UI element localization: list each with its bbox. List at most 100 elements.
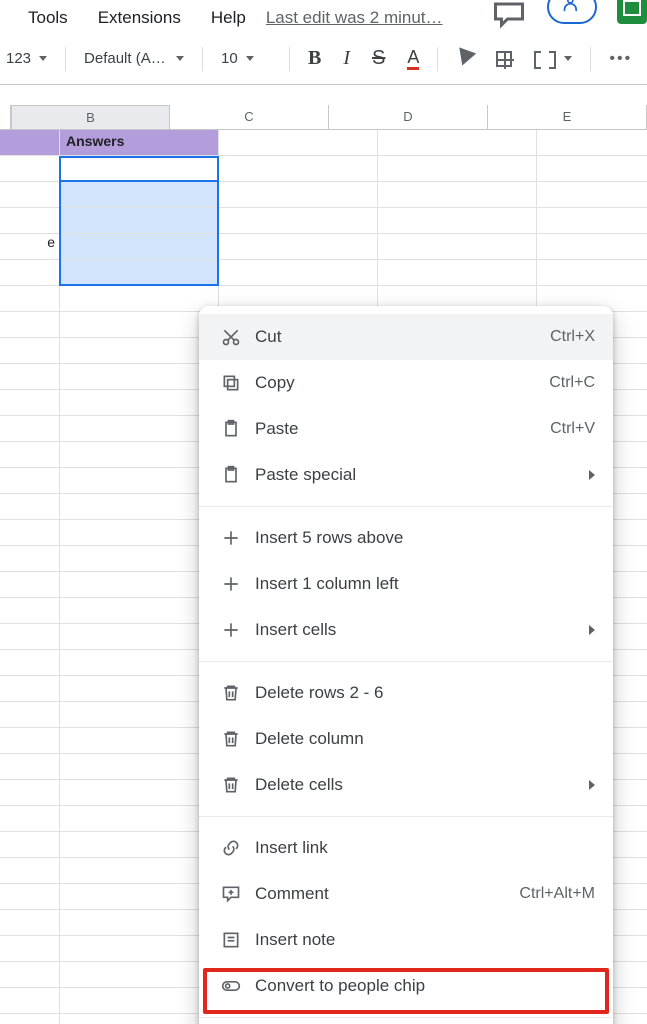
cell-e1[interactable] [537, 130, 647, 156]
toolbar-divider [590, 47, 591, 71]
context-comment-label: Comment [255, 884, 519, 904]
cell-e6[interactable] [537, 260, 647, 286]
merge-cells-button[interactable] [530, 47, 576, 71]
cell-a4[interactable] [0, 208, 60, 234]
cell-e3[interactable] [537, 182, 647, 208]
toolbar-divider [289, 47, 290, 71]
context-delete-cells[interactable]: Delete cells [199, 762, 613, 808]
context-insert-note[interactable]: Insert note [199, 917, 613, 963]
column-header-e[interactable]: E [488, 105, 647, 129]
cell-d2[interactable] [378, 156, 537, 182]
trash-icon [217, 775, 245, 795]
context-comment[interactable]: Comment Ctrl+Alt+M [199, 871, 613, 917]
number-format-label: 123 [6, 50, 31, 67]
menu-help[interactable]: Help [201, 6, 256, 30]
font-size-dropdown[interactable]: 10 [217, 46, 275, 71]
cell-d4[interactable] [378, 208, 537, 234]
cell-d1[interactable] [378, 130, 537, 156]
toolbar-divider [65, 47, 66, 71]
context-paste-shortcut: Ctrl+V [550, 420, 595, 438]
link-icon [217, 838, 245, 858]
cell-b2[interactable] [60, 156, 219, 182]
cell-a2[interactable] [0, 156, 60, 182]
text-color-button[interactable]: A [403, 44, 423, 74]
cut-icon [217, 327, 245, 347]
context-insert-link[interactable]: Insert link [199, 825, 613, 871]
column-header-d[interactable]: D [329, 105, 488, 129]
context-delete-column-label: Delete column [255, 729, 595, 749]
context-paste[interactable]: Paste Ctrl+V [199, 406, 613, 452]
cell-b6[interactable] [60, 260, 219, 286]
number-format-dropdown[interactable]: 123 [2, 46, 51, 71]
context-copy[interactable]: Copy Ctrl+C [199, 360, 613, 406]
cell-b3[interactable] [60, 182, 219, 208]
bold-button[interactable]: B [304, 43, 325, 74]
cell-c3[interactable] [219, 182, 378, 208]
font-size-label: 10 [221, 50, 238, 67]
fill-color-button[interactable] [452, 46, 478, 72]
menu-extensions[interactable]: Extensions [88, 6, 191, 30]
submenu-arrow-icon [589, 780, 595, 790]
context-delete-column[interactable]: Delete column [199, 716, 613, 762]
cell-b4[interactable] [60, 208, 219, 234]
column-header-b[interactable]: B [11, 105, 170, 129]
sheets-logo-icon[interactable] [617, 0, 647, 24]
plus-icon [217, 528, 245, 548]
borders-icon [496, 51, 512, 67]
context-insert-note-label: Insert note [255, 930, 595, 950]
cell-c1[interactable] [219, 130, 378, 156]
context-insert-cells[interactable]: Insert cells [199, 607, 613, 653]
context-insert-column-label: Insert 1 column left [255, 574, 595, 594]
note-icon [217, 930, 245, 950]
context-copy-shortcut: Ctrl+C [549, 374, 595, 392]
context-cut[interactable]: Cut Ctrl+X [199, 314, 613, 360]
cell-a6[interactable] [0, 260, 60, 286]
strikethrough-button[interactable]: S [368, 43, 389, 74]
comment-history-icon[interactable] [491, 0, 527, 19]
menu-tools[interactable]: Tools [18, 6, 78, 30]
share-button[interactable] [547, 0, 597, 24]
context-comment-shortcut: Ctrl+Alt+M [519, 885, 595, 903]
text-color-icon: A [407, 48, 419, 70]
font-family-dropdown[interactable]: Default (Ari… [80, 46, 188, 71]
context-insert-rows[interactable]: Insert 5 rows above [199, 515, 613, 561]
italic-button[interactable]: I [339, 43, 354, 74]
last-edit-link[interactable]: Last edit was 2 minut… [266, 8, 443, 28]
column-header-c[interactable]: C [170, 105, 329, 129]
paste-icon [217, 419, 245, 439]
context-people-chip-label: Convert to people chip [255, 976, 595, 996]
context-separator [199, 816, 613, 817]
cell-e5[interactable] [537, 234, 647, 260]
context-copy-label: Copy [255, 373, 549, 393]
cell-a1[interactable] [0, 130, 60, 156]
cell-a5[interactable]: e [0, 234, 60, 260]
merge-icon [534, 51, 556, 67]
context-people-chip[interactable]: Convert to people chip [199, 963, 613, 1009]
trash-icon [217, 683, 245, 703]
column-headers: B C D E [0, 105, 647, 130]
context-insert-cells-label: Insert cells [255, 620, 589, 640]
cell-c5[interactable] [219, 234, 378, 260]
more-toolbar-button[interactable]: ••• [605, 46, 636, 72]
context-insert-column[interactable]: Insert 1 column left [199, 561, 613, 607]
context-paste-special[interactable]: Paste special [199, 452, 613, 498]
context-delete-cells-label: Delete cells [255, 775, 589, 795]
plus-icon [217, 574, 245, 594]
trash-icon [217, 729, 245, 749]
context-delete-rows[interactable]: Delete rows 2 - 6 [199, 670, 613, 716]
context-separator [199, 1017, 613, 1018]
cell-b1[interactable]: Answers [60, 130, 219, 156]
cell-c4[interactable] [219, 208, 378, 234]
cell-d5[interactable] [378, 234, 537, 260]
fill-icon [456, 50, 474, 68]
cell-c6[interactable] [219, 260, 378, 286]
cell-e4[interactable] [537, 208, 647, 234]
column-a-stub[interactable] [0, 105, 11, 129]
borders-button[interactable] [492, 47, 516, 71]
cell-c2[interactable] [219, 156, 378, 182]
cell-d3[interactable] [378, 182, 537, 208]
cell-a3[interactable] [0, 182, 60, 208]
cell-e2[interactable] [537, 156, 647, 182]
cell-d6[interactable] [378, 260, 537, 286]
cell-b5[interactable] [60, 234, 219, 260]
